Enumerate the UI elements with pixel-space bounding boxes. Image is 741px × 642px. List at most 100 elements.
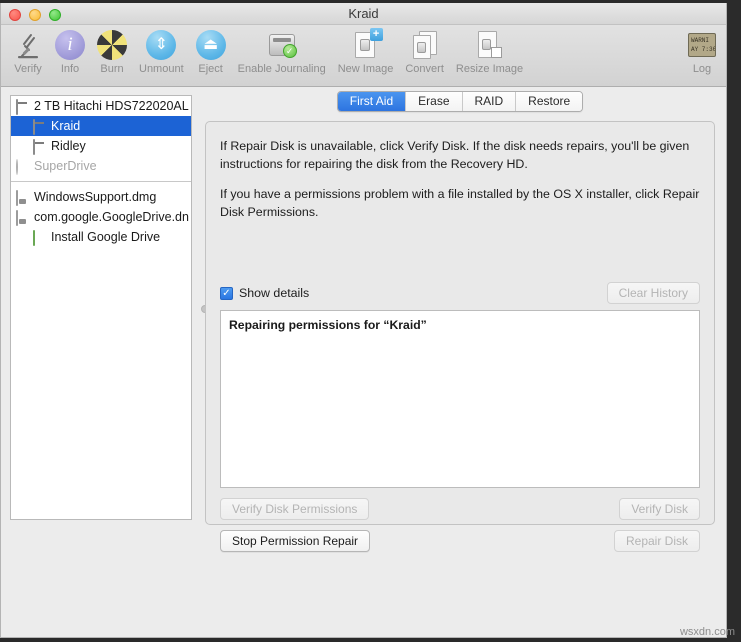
tab-erase[interactable]: Erase [406,92,463,111]
action-row-verify: Verify Disk Permissions Verify Disk [220,498,700,520]
toolbar-label-info: Info [60,63,80,75]
zoom-button-icon[interactable] [49,9,61,21]
tab-first-aid[interactable]: First Aid [337,92,407,111]
show-details-label: Show details [239,286,310,300]
sidebar-label: Install Google Drive [51,230,161,244]
convert-icon [412,30,438,60]
sidebar-label: WindowsSupport.dmg [34,190,157,204]
sidebar-item-hitachi-disk[interactable]: 2 TB Hitachi HDS722020AL [11,96,191,116]
action-buttons: Verify Disk Permissions Verify Disk Stop… [220,498,700,552]
instructions-paragraph-1: If Repair Disk is unavailable, click Ver… [220,139,690,171]
optical-disc-icon [16,158,30,175]
disk-image-icon [16,209,30,226]
log-line: Repairing permissions for “Kraid” [229,318,427,332]
toolbar-label-eject: Eject [198,63,223,75]
sidebar-label: 2 TB Hitachi HDS722020AL [34,99,189,113]
convert-icon-wrap [412,28,438,62]
sidebar-item-superdrive[interactable]: SuperDrive [11,156,191,176]
watermark: wsxdn.com [679,626,735,638]
new-image-icon-wrap [353,28,383,62]
resize-image-icon [477,30,503,60]
verify-disk-button[interactable]: Verify Disk [619,498,700,520]
sidebar-item-ridley[interactable]: Ridley [11,136,191,156]
log-icon: WARNI AY 7:36 [688,33,716,57]
toolbar-label-convert: Convert [405,63,444,75]
sidebar-item-googledrive-dmg[interactable]: com.google.GoogleDrive.dn [11,207,191,227]
toolbar-button-verify[interactable]: Verify [7,27,49,75]
window-title: Kraid [348,6,379,21]
tab-restore[interactable]: Restore [516,92,583,111]
eject-icon-wrap: ⏏ [195,28,226,62]
info-icon [55,30,85,60]
microscope-icon [13,28,43,62]
eject-icon: ⏏ [195,30,226,60]
content-pane: First Aid Erase RAID Restore If Repair D… [193,87,726,637]
screen: Kraid Verify i Info Burn ⇕ Unmount ⏏ Eje… [0,0,741,642]
toolbar-label-verify: Verify [14,63,42,75]
device-sidebar[interactable]: 2 TB Hitachi HDS722020AL Kraid Ridley Su… [10,95,192,520]
tab-bar: First Aid Erase RAID Restore [205,91,715,113]
sidebar-label: Ridley [51,139,86,153]
stop-permission-repair-button[interactable]: Stop Permission Repair [220,530,371,552]
unmount-icon-wrap: ⇕ [146,28,177,62]
log-icon-line2: AY 7:36 [691,46,716,53]
toolbar-label-burn: Burn [100,63,124,75]
tab-raid[interactable]: RAID [462,92,517,111]
toolbar-label-unmount: Unmount [139,63,184,75]
clear-history-button[interactable]: Clear History [606,282,700,304]
enable-journaling-icon [268,34,297,58]
disk-image-icon [16,189,30,206]
sidebar-label: Kraid [51,119,81,133]
plus-badge-icon [369,28,383,41]
unmount-icon: ⇕ [146,30,177,60]
repair-disk-button[interactable]: Repair Disk [613,530,700,552]
toolbar-button-enable-journaling[interactable]: Enable Journaling [232,27,332,75]
close-button-icon[interactable] [9,9,21,21]
sidebar-container: 2 TB Hitachi HDS722020AL Kraid Ridley Su… [1,87,209,637]
instructions-block: If Repair Disk is unavailable, click Ver… [220,138,700,222]
window-body: 2 TB Hitachi HDS722020AL Kraid Ridley Su… [1,87,726,637]
sidebar-label: SuperDrive [34,159,97,173]
new-image-icon [353,28,383,60]
sidebar-item-kraid[interactable]: Kraid [11,116,191,136]
toolbar-button-eject[interactable]: ⏏ Eject [190,27,232,75]
toolbar-button-new-image[interactable]: New Image [332,27,400,75]
checkbox-checked-icon [220,286,233,300]
info-icon-wrap [55,28,85,62]
check-badge-icon [282,44,297,58]
sidebar-divider [11,181,191,182]
repair-log-textarea[interactable]: Repairing permissions for “Kraid” [220,310,700,488]
hard-disk-icon [16,98,30,115]
minimize-button-icon[interactable] [29,9,41,21]
status-footer: Repairing permissions for “Kraid” Mount … [1,637,726,638]
toolbar: Verify Info Burn ⇕ Unmount [1,25,726,87]
toolbar-button-log[interactable]: WARNI AY 7:36 Log [682,27,722,75]
app-volume-icon [33,229,47,246]
toolbar-button-unmount[interactable]: ⇕ Unmount [133,27,190,75]
toolbar-button-info[interactable]: Info [49,27,91,75]
burn-icon [97,30,127,60]
show-details-checkbox[interactable]: Show details [220,286,309,300]
burn-icon-wrap [97,28,127,62]
sidebar-item-install-google-drive[interactable]: Install Google Drive [11,227,191,247]
enable-journaling-icon-wrap [268,28,297,62]
sidebar-item-windowssupport-dmg[interactable]: WindowsSupport.dmg [11,187,191,207]
toolbar-label-log: Log [692,63,712,75]
verify-disk-permissions-button[interactable]: Verify Disk Permissions [220,498,370,520]
toolbar-label-enable-journaling: Enable Journaling [237,63,326,75]
resize-image-icon-wrap [477,28,503,62]
log-icon-wrap: WARNI AY 7:36 [688,28,716,62]
toolbar-button-resize-image[interactable]: Resize Image [450,27,529,75]
toolbar-label-new-image: New Image [337,63,394,75]
toolbar-button-convert[interactable]: Convert [399,27,450,75]
instructions-paragraph-2: If you have a permissions problem with a… [220,186,700,219]
log-icon-line1: WARNI [691,37,710,44]
traffic-lights [9,9,61,21]
details-row: Show details Clear History [220,282,700,304]
tab-group: First Aid Erase RAID Restore [336,91,584,112]
window-titlebar: Kraid [1,3,726,25]
toolbar-button-burn[interactable]: Burn [91,27,133,75]
desktop-background [727,0,741,642]
toolbar-label-resize-image: Resize Image [455,63,524,75]
sidebar-label: com.google.GoogleDrive.dn [34,210,189,224]
